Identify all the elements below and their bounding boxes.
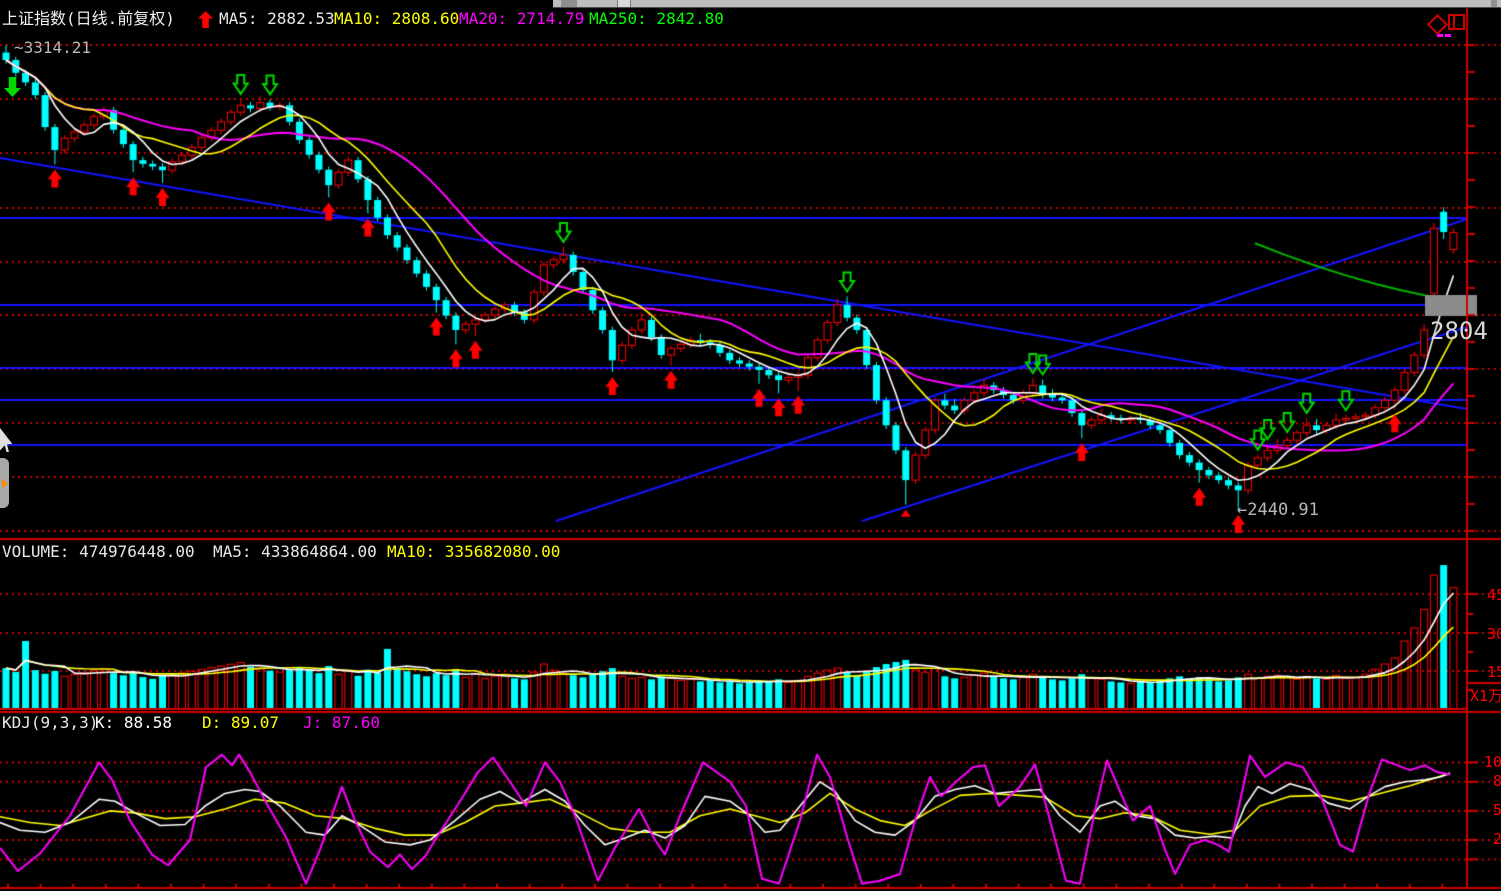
window-edge-strip bbox=[553, 0, 1501, 8]
symbol-title: 上证指数(日线.前复权) bbox=[2, 10, 175, 28]
trading-terminal: 上证指数(日线.前复权) MA5: 2882.53 MA10: 2808.60 … bbox=[0, 0, 1501, 891]
trough-price-label: ←2440.91 bbox=[1237, 501, 1319, 520]
volume-axis-tick-label: 30000 bbox=[1487, 626, 1501, 643]
kdj-d-value: D: 89.07 bbox=[202, 714, 279, 732]
peak-price-label: ~3314.21 bbox=[14, 39, 91, 57]
ma10-value: MA10: 2808.60 bbox=[334, 10, 459, 28]
kdj-axis-tick-label: 20 bbox=[1493, 831, 1501, 848]
volume-unit-label: X1万 bbox=[1470, 688, 1501, 705]
volume-value: VOLUME: 474976448.00 bbox=[2, 543, 195, 561]
chart-canvas[interactable] bbox=[0, 0, 1501, 891]
expand-arrow-icon bbox=[2, 479, 8, 488]
split-window-divider bbox=[1453, 16, 1455, 28]
volume-axis-tick-label: 45000 bbox=[1487, 587, 1501, 604]
window-edge-divider bbox=[617, 0, 631, 7]
kdj-axis-tick-label: 50 bbox=[1493, 802, 1501, 819]
kdj-axis-tick-label: 100 bbox=[1484, 754, 1501, 771]
window-edge-divider bbox=[1491, 0, 1497, 7]
ma20-value: MA20: 2714.79 bbox=[459, 10, 584, 28]
split-window-icon[interactable] bbox=[1448, 14, 1465, 30]
kdj-title: KDJ(9,3,3) bbox=[2, 714, 98, 732]
selection-dash-icon bbox=[1437, 34, 1443, 37]
ma250-value: MA250: 2842.80 bbox=[589, 10, 724, 28]
kdj-axis-tick-label: 80 bbox=[1493, 773, 1501, 790]
ma5-value: MA5: 2882.53 bbox=[219, 10, 335, 28]
kdj-j-value: J: 87.60 bbox=[303, 714, 380, 732]
volume-ma10-value: MA10: 335682080.00 bbox=[387, 543, 560, 561]
selection-dash-icon bbox=[1445, 34, 1451, 37]
side-panel-handle[interactable] bbox=[0, 458, 9, 508]
kdj-k-value: K: 88.58 bbox=[95, 714, 172, 732]
window-edge-divider bbox=[561, 0, 577, 7]
last-price-tag: 2804 bbox=[1430, 318, 1488, 344]
volume-axis-tick-label: 15000 bbox=[1487, 664, 1501, 681]
volume-ma5-value: MA5: 433864864.00 bbox=[213, 543, 377, 561]
